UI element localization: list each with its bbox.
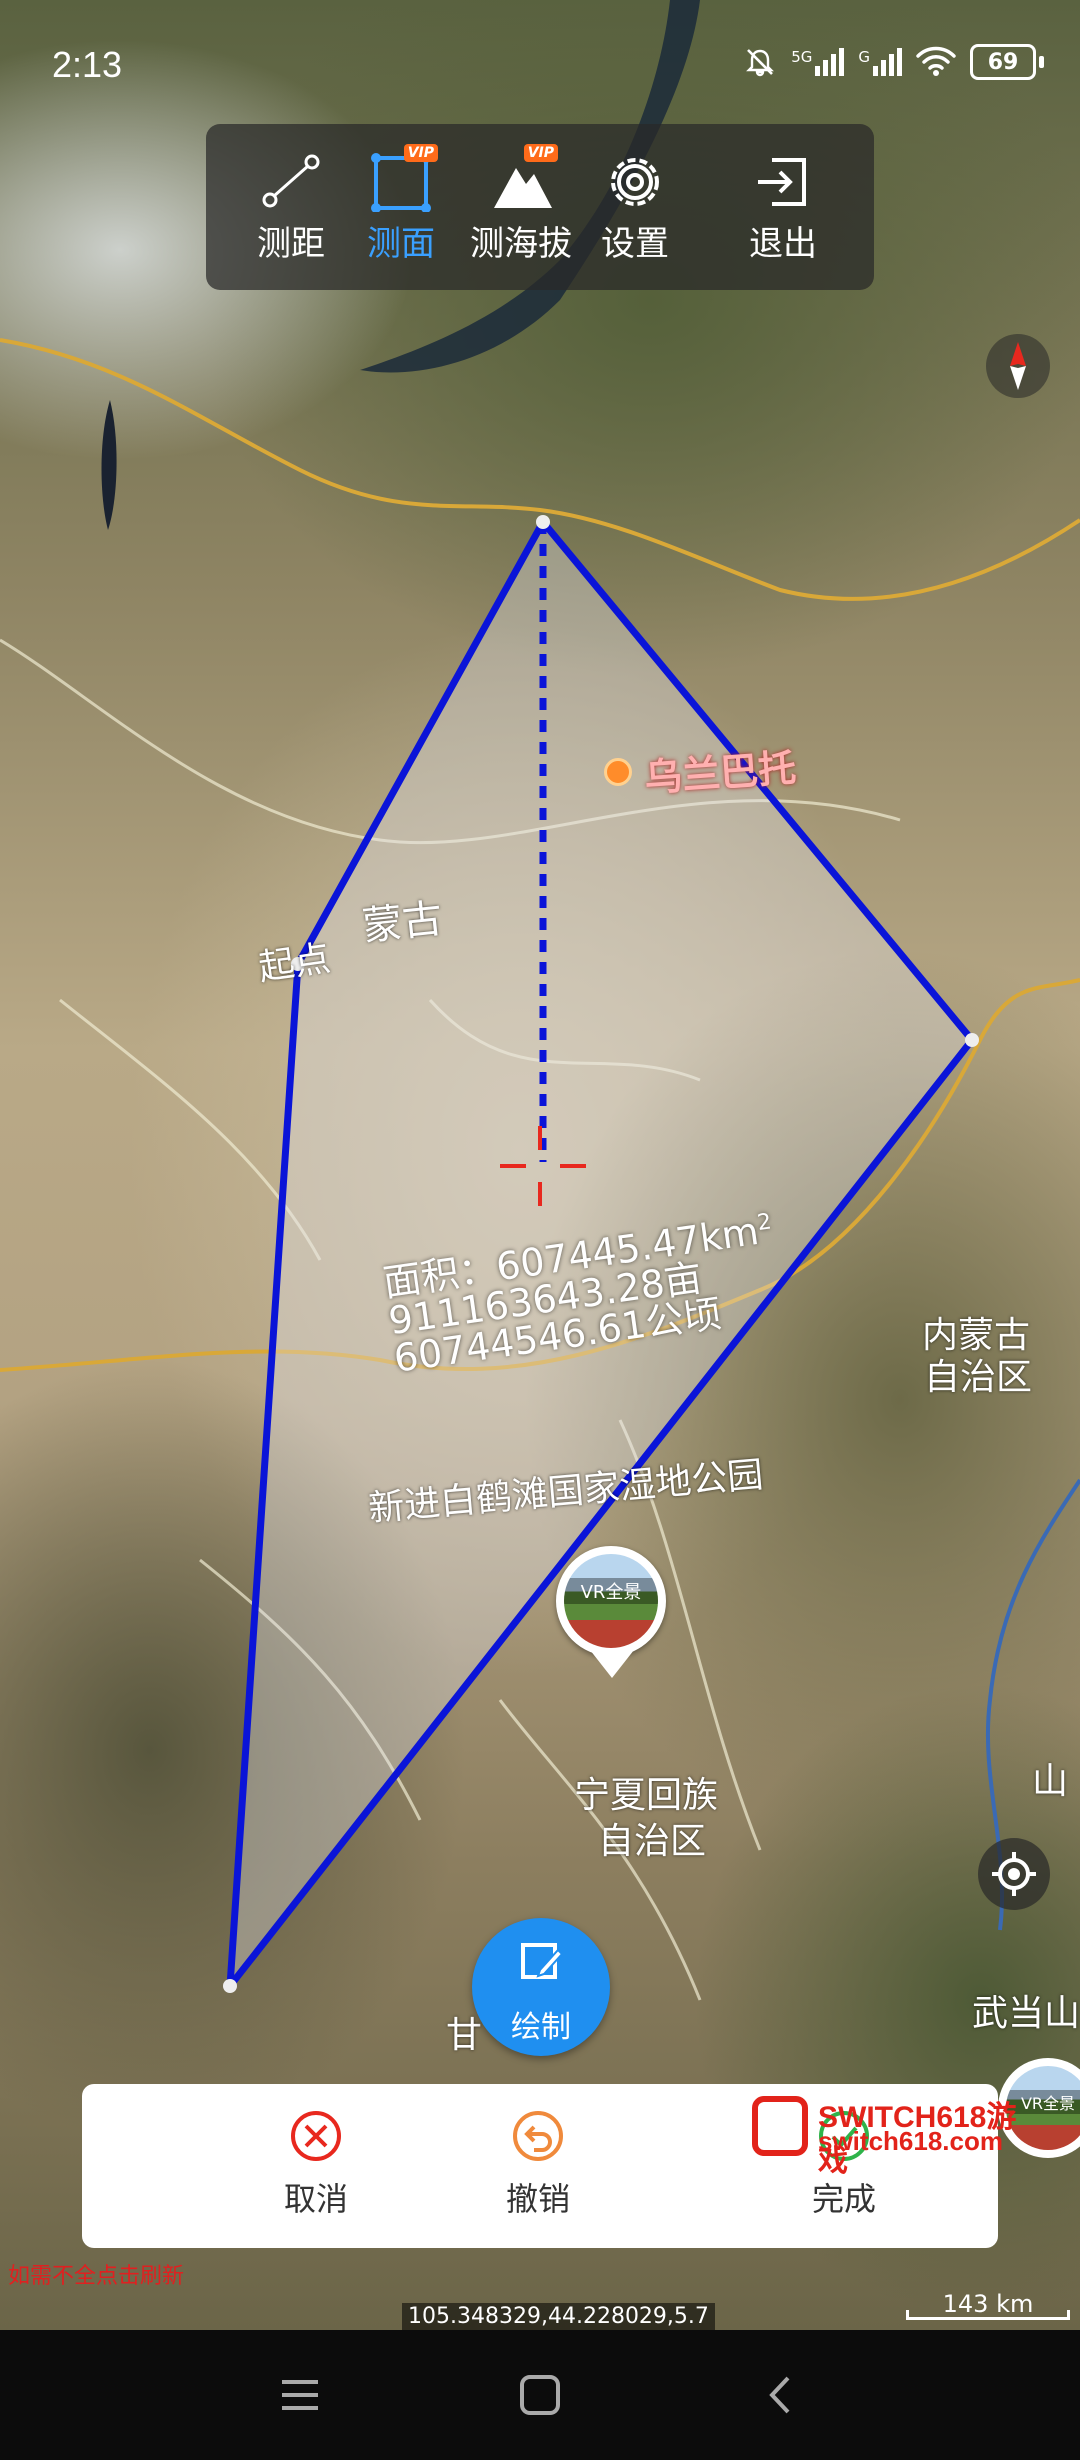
mountain-icon: VIP xyxy=(456,144,586,212)
cancel-button[interactable]: 取消 xyxy=(216,2110,416,2220)
vip-badge: VIP xyxy=(403,144,438,162)
tool-settings[interactable]: 设置 xyxy=(580,150,690,270)
locate-icon xyxy=(992,1852,1036,1896)
home-icon[interactable] xyxy=(510,2372,570,2418)
status-time: 2:13 xyxy=(52,44,123,85)
start-point-label: 起点 xyxy=(255,938,334,989)
lake-small xyxy=(101,400,117,530)
signal-g-icon: G xyxy=(858,48,902,76)
scale-bar-line xyxy=(906,2310,1070,2320)
tool-distance-label: 测距 xyxy=(257,224,325,264)
draw-button-label: 绘制 xyxy=(511,2010,571,2045)
tool-altitude[interactable]: VIP 测海拔 xyxy=(456,144,586,270)
signal-5g-icon: 5G xyxy=(791,48,845,76)
undo-label: 撤销 xyxy=(505,2180,570,2218)
tool-exit-label: 退出 xyxy=(749,224,817,264)
battery-icon: 69 xyxy=(970,44,1044,80)
locate-me-button[interactable] xyxy=(978,1838,1050,1910)
vertex xyxy=(965,1033,979,1047)
compass-icon[interactable] xyxy=(986,334,1050,398)
tool-distance[interactable]: 测距 xyxy=(236,150,346,270)
map-label-country: 蒙古 xyxy=(360,895,445,951)
cancel-icon xyxy=(291,2111,341,2161)
system-nav-bar xyxy=(0,2330,1080,2460)
measure-toolbar: 测距 VIP 测面 VIP 测海拔 设置 退出 xyxy=(206,124,874,290)
scale-bar: 143 km xyxy=(906,2290,1070,2320)
mute-bell-icon xyxy=(746,49,775,77)
exit-icon xyxy=(728,150,838,212)
watermark: SWITCH618游戏 switch618.com xyxy=(752,2092,1022,2178)
wifi-icon xyxy=(916,46,956,76)
tool-altitude-label: 测海拔 xyxy=(470,224,572,264)
map-label-region-2: 自治区 xyxy=(598,1821,707,1862)
vr-panorama-marker[interactable]: VR全景 xyxy=(556,1546,666,1656)
watermark-line2: switch618.com xyxy=(818,2126,1003,2156)
city-marker xyxy=(604,758,632,786)
vertex xyxy=(223,1979,237,1993)
map-label-region: 宁夏回族 xyxy=(574,1775,719,1816)
battery-level: 69 xyxy=(970,44,1036,80)
menu-icon[interactable] xyxy=(270,2372,330,2418)
draw-pencil-icon xyxy=(521,1943,564,1979)
area-square-icon: VIP xyxy=(346,144,456,213)
vip-badge: VIP xyxy=(523,144,558,162)
status-icons: 5G G 69 xyxy=(743,44,1044,80)
done-label: 完成 xyxy=(811,2180,876,2218)
status-bar: 2:13 5G G 69 xyxy=(0,0,1080,130)
tool-settings-label: 设置 xyxy=(601,224,669,264)
ruler-line-icon xyxy=(236,150,346,212)
cancel-label: 取消 xyxy=(283,2180,348,2218)
draw-button[interactable]: 绘制 xyxy=(472,1918,610,2056)
vr-marker-tail xyxy=(590,1650,634,1678)
map-label-province-2: 自治区 xyxy=(924,1357,1033,1398)
coordinates-readout: 105.348329,44.228029,5.7 xyxy=(402,2303,715,2330)
undo-icon xyxy=(513,2111,563,2161)
gear-icon xyxy=(580,150,690,212)
tool-area[interactable]: VIP 测面 xyxy=(346,144,456,270)
vertex xyxy=(536,515,550,529)
tool-exit[interactable]: 退出 xyxy=(728,150,838,270)
back-icon[interactable] xyxy=(750,2372,810,2418)
vr-label: VR全景 xyxy=(564,1578,658,1604)
area-km2-sup: 2 xyxy=(755,1209,774,1237)
map-label-city: 乌兰巴托 xyxy=(642,745,798,801)
undo-button[interactable]: 撤销 xyxy=(438,2110,638,2220)
map-label-mountain: 武当山 xyxy=(972,1993,1080,2034)
map-label-shan: 山 xyxy=(1032,1761,1069,1802)
vr-thumbnail: VR全景 xyxy=(564,1554,658,1648)
refresh-notice[interactable]: 如需不全点击刷新 xyxy=(8,2258,184,2290)
tool-area-label: 测面 xyxy=(367,224,435,264)
switch-logo-icon xyxy=(752,2096,808,2156)
